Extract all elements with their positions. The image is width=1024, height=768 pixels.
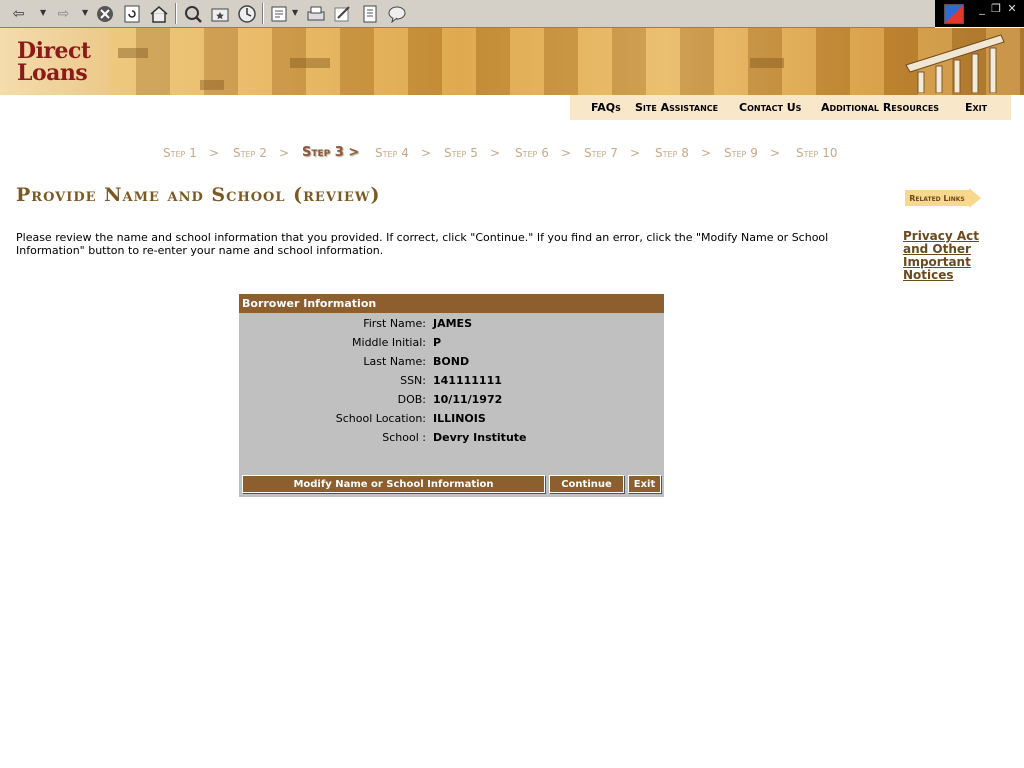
forward-dropdown-icon[interactable]: ▼: [82, 8, 90, 18]
panel-header: Borrower Information: [239, 294, 664, 313]
minimize-icon[interactable]: _: [975, 2, 989, 15]
page-title: Provide Name and School (review): [16, 184, 381, 206]
related-links-badge: Related Links: [903, 188, 983, 208]
step-4: Step 4: [375, 146, 409, 160]
header-banner: Direct Loans: [0, 28, 1024, 95]
step-2: Step 2: [233, 146, 267, 160]
print-icon[interactable]: [305, 3, 326, 24]
step-1: Step 1: [163, 146, 197, 160]
mail-dropdown-icon[interactable]: ▼: [292, 8, 300, 18]
window-controls: _ ❐ ✕: [935, 0, 1024, 27]
step-9: Step 9: [724, 146, 758, 160]
home-icon[interactable]: [148, 3, 169, 24]
step-progress: Step 1 > Step 2 > Step 3 > Step 4 > Step…: [163, 145, 838, 160]
field-dob: DOB: 10/11/1972: [397, 393, 503, 406]
restore-icon[interactable]: ❐: [989, 2, 1003, 15]
browser-toolbar: ⇦ ▼ ⇨ ▼ ▼: [0, 0, 935, 28]
back-dropdown-icon[interactable]: ▼: [40, 8, 48, 18]
field-middle-initial: Middle Initial: P: [352, 336, 442, 349]
step-10: Step 10: [796, 146, 838, 160]
messenger-icon[interactable]: [386, 3, 407, 24]
field-school-location: School Location: ILLINOIS: [335, 412, 486, 425]
refresh-icon[interactable]: [121, 3, 142, 24]
field-last-name: Last Name: BOND: [363, 355, 470, 368]
step-3-current: Step 3 >: [302, 145, 360, 160]
instructions-text: Please review the name and school inform…: [16, 231, 829, 257]
nav-exit[interactable]: Exit: [965, 101, 987, 114]
borrower-info-panel: Borrower Information First Name: JAMES M…: [239, 294, 664, 497]
back-icon[interactable]: ⇦: [8, 3, 29, 24]
modify-name-school-button[interactable]: Modify Name or School Information: [242, 475, 545, 493]
stop-icon[interactable]: [94, 3, 115, 24]
field-first-name: First Name: JAMES: [363, 317, 472, 330]
field-ssn: SSN: 141111111: [400, 374, 502, 387]
forward-icon[interactable]: ⇨: [53, 3, 74, 24]
step-6: Step 6: [515, 146, 549, 160]
field-school: School : Devry Institute: [382, 431, 527, 444]
building-columns-icon: [905, 34, 1005, 93]
step-8: Step 8: [655, 146, 689, 160]
mail-icon[interactable]: [269, 3, 290, 24]
close-icon[interactable]: ✕: [1005, 2, 1019, 15]
direct-loans-logo[interactable]: Direct Loans: [17, 40, 91, 84]
privacy-act-link[interactable]: Privacy Act and Other Important Notices: [903, 230, 993, 282]
step-5: Step 5: [444, 146, 478, 160]
arrow-right-icon: [969, 188, 981, 208]
nav-faqs[interactable]: FAQs: [591, 101, 621, 114]
top-nav: FAQs Site Assistance Contact Us Addition…: [570, 95, 1011, 120]
history-icon[interactable]: [236, 3, 257, 24]
nav-additional-resources[interactable]: Additional Resources: [821, 101, 939, 114]
step-7: Step 7: [584, 146, 618, 160]
windows-logo-icon: [944, 4, 964, 24]
nav-site-assistance[interactable]: Site Assistance: [635, 101, 718, 114]
exit-button[interactable]: Exit: [628, 475, 661, 493]
nav-contact-us[interactable]: Contact Us: [739, 101, 801, 114]
edit-icon[interactable]: [332, 3, 353, 24]
favorites-icon[interactable]: [209, 3, 230, 24]
discuss-icon[interactable]: [359, 3, 380, 24]
continue-button[interactable]: Continue: [549, 475, 624, 493]
search-icon[interactable]: [182, 3, 203, 24]
